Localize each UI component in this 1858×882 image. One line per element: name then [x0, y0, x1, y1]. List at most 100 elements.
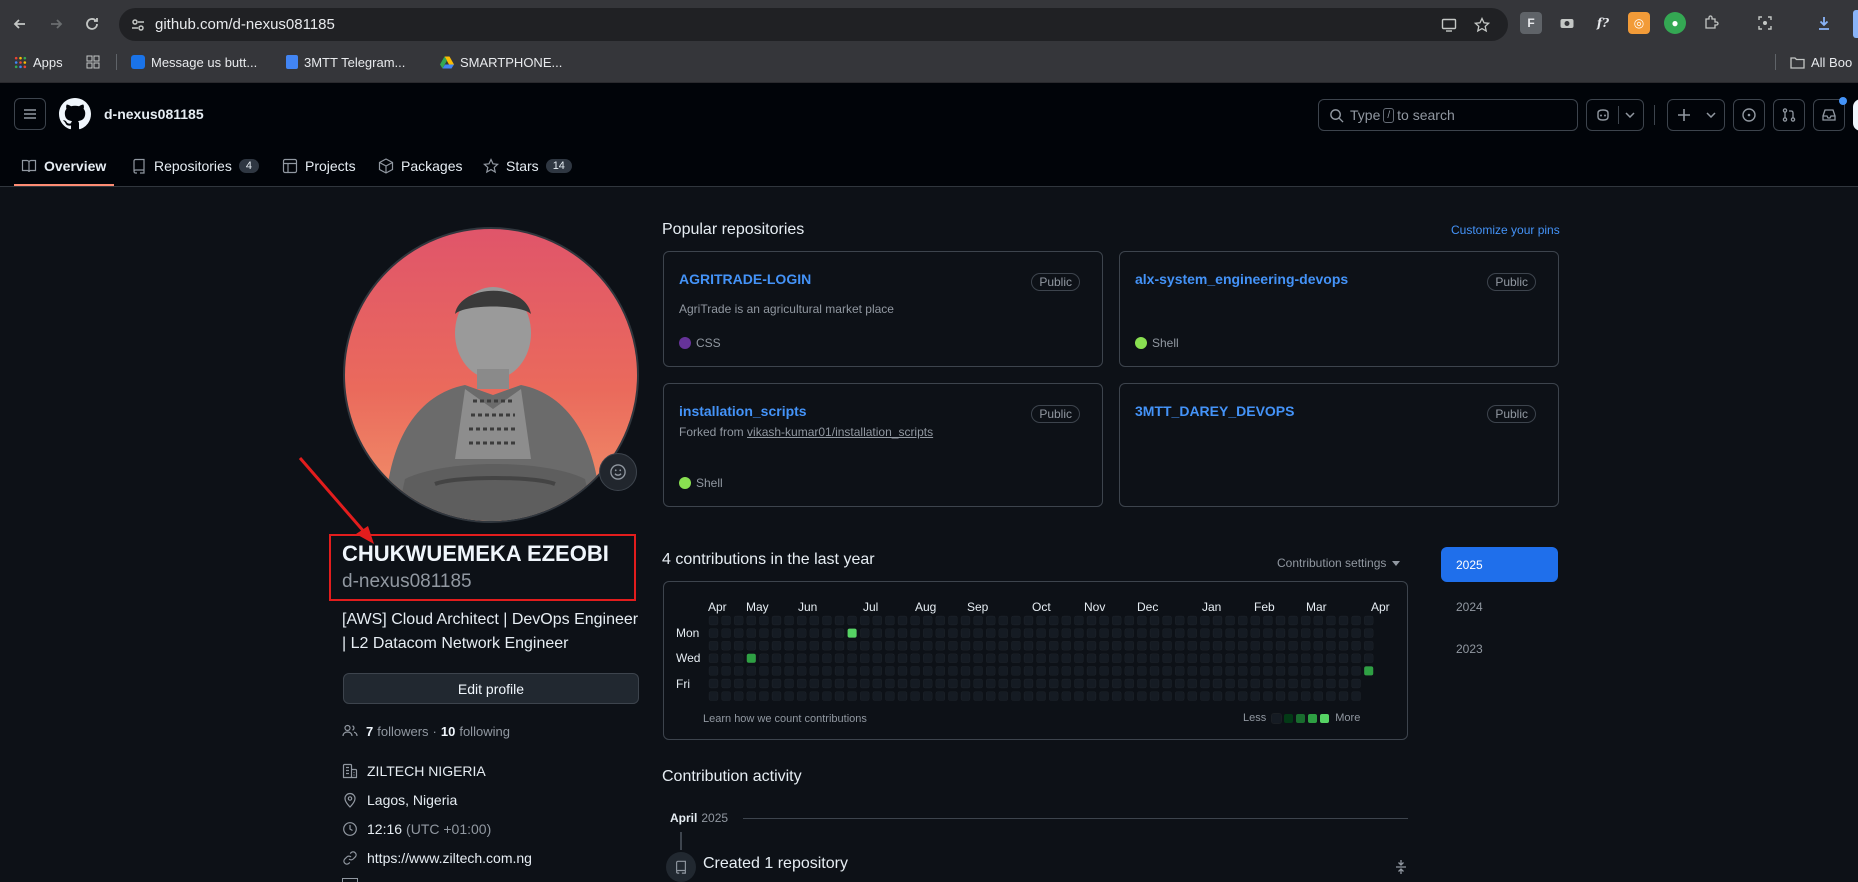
contribution-day-cell[interactable] — [1174, 640, 1185, 651]
contribution-day-cell[interactable] — [1326, 640, 1336, 651]
contribution-day-cell[interactable] — [1149, 640, 1160, 651]
contribution-day-cell[interactable] — [1200, 615, 1210, 626]
contribution-day-cell[interactable] — [922, 653, 933, 664]
contribution-day-cell[interactable] — [859, 653, 870, 664]
contribution-day-cell[interactable] — [948, 628, 958, 638]
repo-name-link[interactable]: 3MTT_DAREY_DEVOPS — [1135, 403, 1294, 419]
contribution-day-cell[interactable] — [1237, 653, 1248, 664]
contribution-day-cell[interactable] — [721, 640, 731, 651]
contribution-day-cell[interactable] — [1086, 640, 1097, 651]
contribution-day-cell[interactable] — [1187, 691, 1198, 701]
contribution-day-cell[interactable] — [1061, 615, 1072, 626]
contribution-day-cell[interactable] — [1313, 653, 1324, 664]
contribution-day-cell[interactable] — [1074, 615, 1084, 626]
contribution-day-cell[interactable] — [1288, 628, 1298, 638]
contribution-day-cell[interactable] — [1351, 628, 1361, 638]
contribution-day-cell[interactable] — [1200, 628, 1210, 638]
contribution-day-cell[interactable] — [1338, 666, 1349, 676]
contribution-day-cell[interactable] — [1338, 640, 1349, 651]
edit-profile-button[interactable]: Edit profile — [343, 673, 639, 704]
header-username[interactable]: d-nexus081185 — [104, 106, 204, 122]
contribution-day-cell[interactable] — [1074, 691, 1084, 701]
contribution-day-cell[interactable] — [708, 678, 719, 689]
orange-extension-icon[interactable]: ◎ — [1628, 12, 1650, 34]
contribution-day-cell[interactable] — [910, 615, 920, 626]
contribution-day-cell[interactable] — [922, 678, 933, 689]
contribution-day-cell[interactable] — [1137, 640, 1147, 651]
contribution-day-cell[interactable] — [1099, 653, 1109, 664]
contribution-day-cell[interactable] — [1250, 691, 1261, 701]
search-input[interactable]: Type / to search — [1318, 99, 1578, 131]
contribution-day-cell[interactable] — [935, 640, 946, 651]
contribution-day-cell[interactable] — [1011, 615, 1021, 626]
contribution-day-cell[interactable] — [910, 666, 920, 676]
contribution-day-cell[interactable] — [960, 653, 971, 664]
contribution-day-cell[interactable] — [721, 666, 731, 676]
contribution-day-cell[interactable] — [1300, 615, 1311, 626]
contribution-day-cell[interactable] — [1212, 615, 1223, 626]
contribution-day-cell[interactable] — [1338, 628, 1349, 638]
contribution-day-cell[interactable] — [1250, 615, 1261, 626]
contribution-day-cell[interactable] — [834, 691, 845, 701]
contribution-day-cell[interactable] — [922, 691, 933, 701]
contribution-day-cell[interactable] — [1200, 678, 1210, 689]
contribution-day-cell[interactable] — [1187, 666, 1198, 676]
tab-overview[interactable]: Overview — [21, 145, 106, 187]
contribution-day-cell[interactable] — [1162, 615, 1172, 626]
contribution-day-cell[interactable] — [822, 640, 832, 651]
tab-repositories[interactable]: Repositories 4 — [131, 145, 259, 187]
contribution-day-cell[interactable] — [1313, 666, 1324, 676]
contribution-day-cell[interactable] — [960, 628, 971, 638]
contribution-day-cell[interactable] — [1074, 653, 1084, 664]
contribution-day-cell[interactable] — [935, 666, 946, 676]
contribution-day-cell[interactable] — [859, 678, 870, 689]
contribution-day-cell[interactable] — [960, 615, 971, 626]
contribution-day-cell[interactable] — [822, 666, 832, 676]
contribution-day-cell[interactable] — [1137, 666, 1147, 676]
contribution-day-cell[interactable] — [935, 615, 946, 626]
contribution-day-cell[interactable] — [859, 691, 870, 701]
contribution-day-cell[interactable] — [796, 615, 807, 626]
bookmark-message-us[interactable]: Message us butt... — [131, 48, 257, 76]
contribution-day-cell[interactable] — [834, 666, 845, 676]
contribution-day-cell[interactable] — [1111, 678, 1122, 689]
inbox-icon[interactable] — [1813, 97, 1847, 131]
contribution-day-cell[interactable] — [935, 678, 946, 689]
contribution-day-cell[interactable] — [771, 678, 782, 689]
contribution-day-cell[interactable] — [897, 691, 908, 701]
contribution-day-cell[interactable] — [708, 691, 719, 701]
contribution-day-cell[interactable] — [1023, 666, 1034, 676]
contribution-day-cell[interactable] — [1351, 653, 1361, 664]
contribution-day-cell[interactable] — [1149, 615, 1160, 626]
contribution-day-cell[interactable] — [1288, 678, 1298, 689]
contribution-day-cell[interactable] — [721, 628, 731, 638]
contribution-day-cell[interactable] — [960, 640, 971, 651]
contribution-day-cell[interactable] — [1011, 691, 1021, 701]
contribution-day-cell[interactable] — [948, 691, 958, 701]
contribution-day-cell[interactable] — [1061, 640, 1072, 651]
contribution-day-cell[interactable] — [822, 628, 832, 638]
contribution-day-cell[interactable] — [746, 666, 757, 676]
contribution-day-cell[interactable] — [771, 691, 782, 701]
contribution-day-cell[interactable] — [771, 640, 782, 651]
contribution-day-cell[interactable] — [1326, 615, 1336, 626]
contribution-day-cell[interactable] — [1300, 653, 1311, 664]
contribution-day-cell[interactable] — [1351, 640, 1361, 651]
contribution-day-cell[interactable] — [1300, 666, 1311, 676]
contribution-day-cell[interactable] — [1023, 691, 1034, 701]
contribution-day-cell[interactable] — [1174, 666, 1185, 676]
extension-f-icon[interactable]: F — [1520, 12, 1542, 34]
contribution-day-cell[interactable] — [1212, 640, 1223, 651]
contribution-day-cell[interactable] — [1086, 691, 1097, 701]
contribution-day-cell[interactable] — [910, 691, 920, 701]
contribution-day-cell[interactable] — [948, 615, 958, 626]
contribution-day-cell[interactable] — [847, 691, 857, 701]
contribution-day-cell[interactable] — [948, 653, 958, 664]
contribution-day-cell[interactable] — [1048, 691, 1059, 701]
contribution-day-cell[interactable] — [985, 666, 996, 676]
install-app-icon[interactable] — [1438, 14, 1460, 36]
contribution-day-cell[interactable] — [1200, 653, 1210, 664]
contribution-day-cell[interactable] — [1048, 628, 1059, 638]
following-count[interactable]: 10 — [441, 724, 455, 739]
contribution-day-cell[interactable] — [1225, 678, 1235, 689]
